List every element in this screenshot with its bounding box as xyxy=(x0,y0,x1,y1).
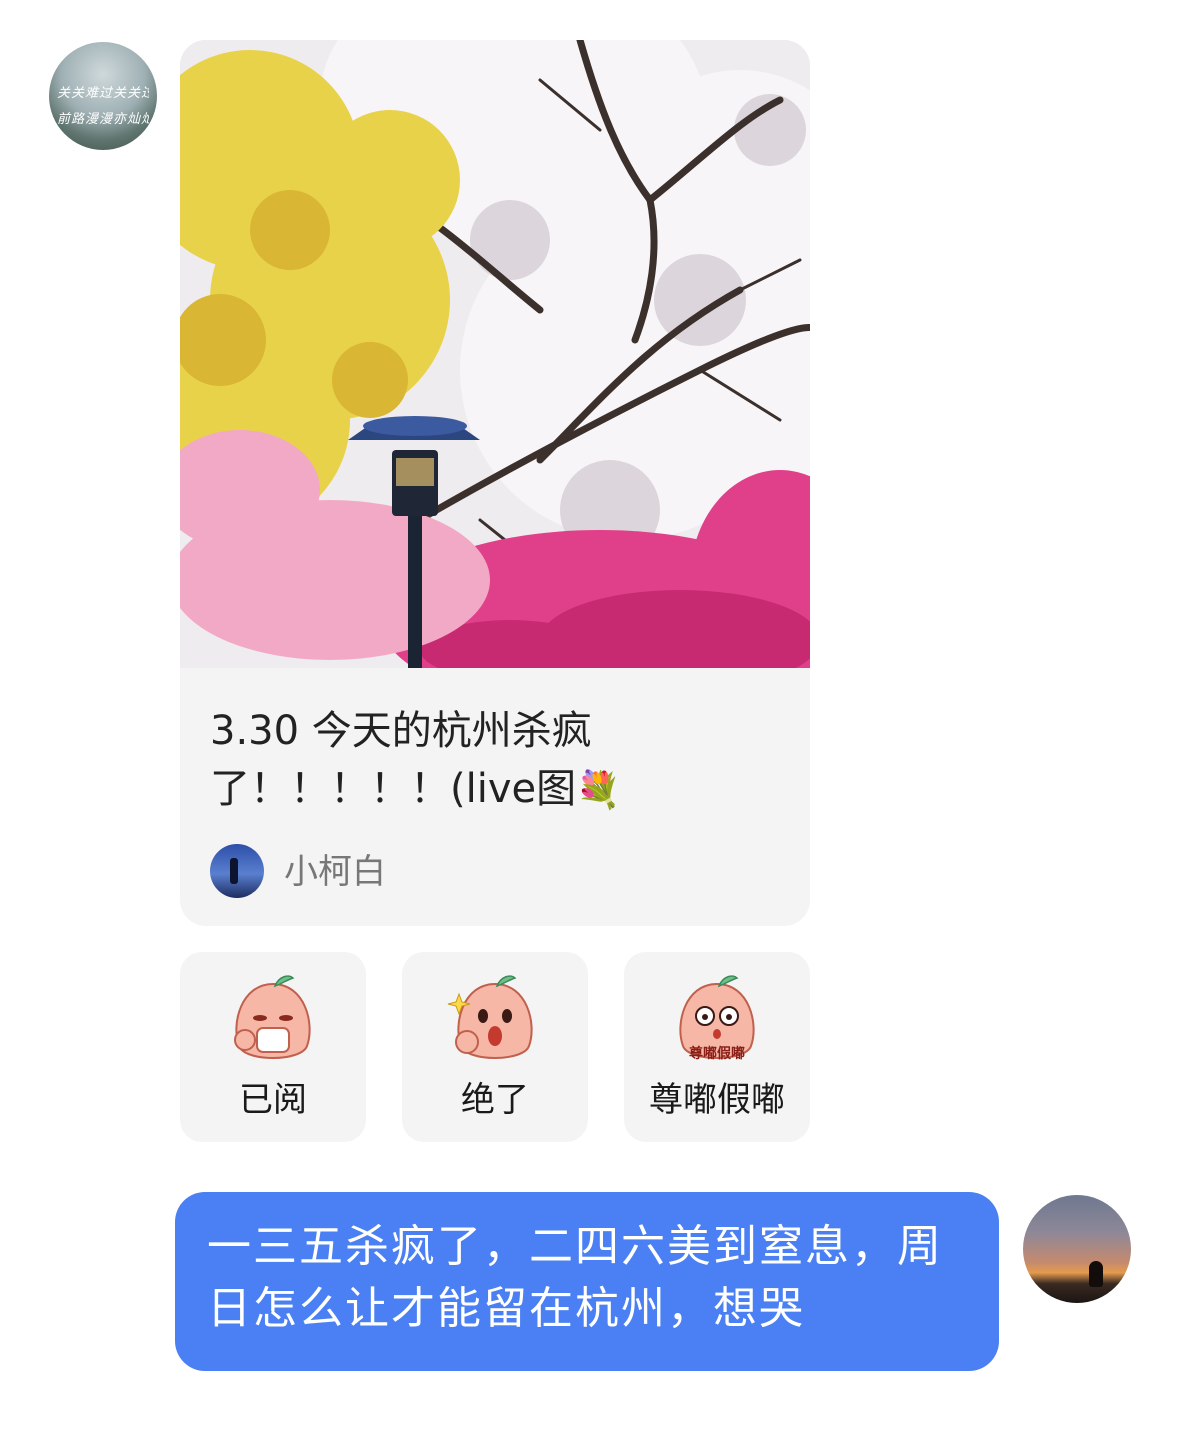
cherry-blossom-photo xyxy=(180,40,810,668)
bouquet-icon: 💐 xyxy=(576,770,621,811)
post-title-text: 3.30 今天的杭州杀疯了！！！！！(live图 xyxy=(210,708,592,812)
sticker-caption-really: 尊嘟假嘟 xyxy=(689,1045,745,1062)
shared-post-card[interactable]: 3.30 今天的杭州杀疯了！！！！！(live图💐 小柯白 xyxy=(180,40,810,926)
sender-avatar-text-line1: 关关难过关关过 xyxy=(57,86,149,101)
author-name: 小柯白 xyxy=(284,852,386,892)
my-avatar[interactable] xyxy=(1023,1195,1131,1303)
post-photo[interactable] xyxy=(180,40,810,668)
post-title: 3.30 今天的杭州杀疯了！！！！！(live图💐 xyxy=(210,702,780,820)
sender-avatar-text-line2: 前路漫漫亦灿灿 xyxy=(57,112,149,127)
sticker-label-really: 尊嘟假嘟 xyxy=(649,1080,785,1120)
sticker-button-read[interactable]: 已阅 xyxy=(180,952,366,1142)
sticker-button-awesome[interactable]: 绝了 xyxy=(402,952,588,1142)
sticker-button-really[interactable]: 尊嘟假嘟 尊嘟假嘟 xyxy=(624,952,810,1142)
sticker-label-awesome: 绝了 xyxy=(461,1080,529,1120)
peach-thumbs-up-icon xyxy=(447,975,533,1059)
peach-sipping-tea-icon xyxy=(234,975,311,1059)
sticker-label-read: 已阅 xyxy=(239,1080,307,1120)
author-avatar-figure xyxy=(230,858,238,884)
my-avatar-silhouette xyxy=(1089,1261,1103,1287)
outgoing-message-bubble[interactable]: 一三五杀疯了，二四六美到窒息，周日怎么让才能留在杭州，想哭 xyxy=(175,1192,999,1371)
chat-screen: 关关难过关关过 前路漫漫亦灿灿 3.30 今天的杭州杀疯了！！！！！(live图… xyxy=(0,0,1179,1440)
sender-avatar[interactable]: 关关难过关关过 前路漫漫亦灿灿 xyxy=(49,42,157,150)
author-avatar[interactable] xyxy=(210,844,264,898)
outgoing-message-text: 一三五杀疯了，二四六美到窒息，周日怎么让才能留在杭州，想哭 xyxy=(207,1221,943,1334)
peach-surprised-icon: 尊嘟假嘟 xyxy=(679,975,755,1062)
